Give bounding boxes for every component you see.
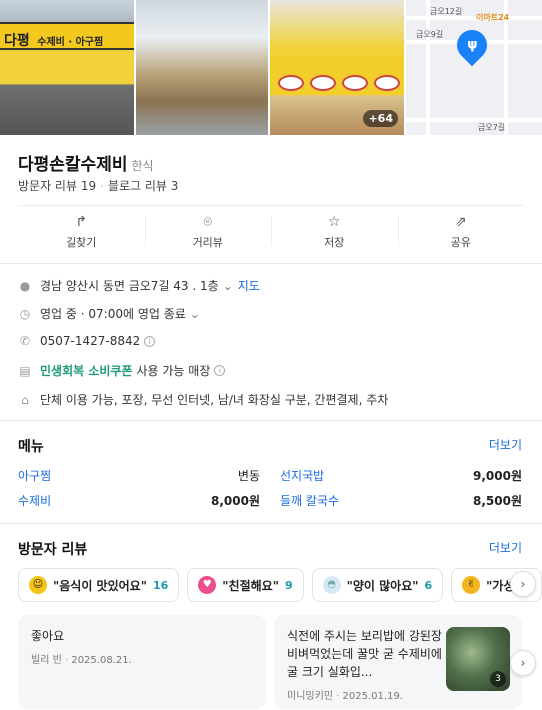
menu-item-price: 8,500원 bbox=[473, 494, 522, 508]
store-icon: ⌂ bbox=[21, 392, 29, 407]
reviews-more-link[interactable]: 더보기 bbox=[489, 539, 522, 556]
menu-item-name: 수제비 bbox=[18, 494, 52, 508]
share-button[interactable]: ⇗ 공유 bbox=[397, 210, 525, 256]
interior-photo[interactable] bbox=[136, 0, 268, 135]
menu-item[interactable]: 수제비 8,000원 bbox=[18, 492, 260, 509]
menu-item-name: 아구찜 bbox=[18, 469, 52, 483]
chevron-down-icon[interactable]: ⌄ bbox=[190, 307, 200, 321]
review-photo[interactable]: 3 bbox=[446, 627, 510, 691]
map-thumbnail[interactable]: 금오12길 금오9길 금오7길 이마트24 ψ bbox=[406, 0, 542, 135]
keyword-chip[interactable]: ♥ "친절해요" 9 bbox=[187, 568, 304, 602]
photo-strip[interactable]: 다평 수제비 · 아구찜 +64 금오12길 금오9길 금오7길 이마트24 ψ bbox=[0, 0, 542, 135]
info-icon[interactable]: i bbox=[144, 335, 156, 347]
phone-row: ✆ 0507-1427-8842 i bbox=[18, 334, 156, 348]
menu-item[interactable]: 들깨 칼국수 8,500원 bbox=[280, 492, 522, 509]
phone-number[interactable]: 0507-1427-8842 bbox=[40, 334, 140, 348]
chip-count: 9 bbox=[284, 578, 293, 592]
address-row: ● 경남 양산시 동면 금오7길 43 . 1층 ⌄ 지도 bbox=[18, 277, 260, 294]
hours-text: 영업 중 · 07:00에 영업 종료 bbox=[40, 307, 186, 321]
chevron-down-icon[interactable]: ⌄ bbox=[223, 279, 233, 293]
restaurant-pin-icon: ψ bbox=[450, 23, 494, 67]
review-card[interactable]: 좋아요 빌리 빈 · 2025.08.21. bbox=[18, 615, 266, 709]
review-card[interactable]: 식전에 주시는 보리밥에 강된장 비벼먹었는데 꿀맛 굳 수제비에 굴 크기 실… bbox=[274, 615, 522, 709]
chip-count: 6 bbox=[424, 578, 433, 592]
menu-board-photo[interactable]: +64 bbox=[270, 0, 404, 135]
place-name: 다평손칼수제비 bbox=[18, 155, 128, 175]
share-label: 공유 bbox=[450, 236, 471, 249]
menu-item-price: 9,000원 bbox=[473, 469, 522, 483]
coupon-icon: ▤ bbox=[19, 363, 31, 378]
keyword-chip[interactable]: ☺ "음식이 맛있어요" 16 bbox=[18, 568, 180, 602]
clock-icon: ◷ bbox=[19, 306, 31, 321]
thumbs-up-emoji-icon: ✌ bbox=[462, 576, 481, 594]
visitor-review-count[interactable]: 방문자 리뷰 19 bbox=[18, 179, 96, 193]
place-category: 한식 bbox=[131, 159, 154, 173]
menu-item[interactable]: 선지국밥 9,000원 bbox=[280, 467, 522, 484]
menu-strip bbox=[270, 55, 404, 95]
menu-item-name: 들깨 칼국수 bbox=[280, 494, 340, 508]
map-label: 금오12길 bbox=[430, 7, 463, 16]
map-link[interactable]: 지도 bbox=[238, 277, 260, 294]
review-author: 미니밍키민 bbox=[287, 691, 333, 702]
hours-row[interactable]: ◷ 영업 중 · 07:00에 영업 종료 ⌄ bbox=[18, 305, 200, 322]
phone-icon: ✆ bbox=[19, 334, 31, 348]
save-label: 저장 bbox=[324, 236, 345, 249]
chip-text: "양이 많아요" bbox=[346, 578, 419, 593]
heart-emoji-icon: ♥ bbox=[198, 576, 217, 594]
coupon-row: ▤ 민생회복 소비쿠폰 사용 가능 매장 i bbox=[18, 362, 226, 379]
location-pin-icon: ⌾ bbox=[203, 214, 212, 230]
review-author: 빌리 빈 bbox=[31, 655, 62, 666]
share-icon: ⇗ bbox=[454, 214, 467, 230]
review-date: 2025.01.19. bbox=[342, 691, 403, 702]
save-button[interactable]: ☆ 저장 bbox=[271, 210, 398, 256]
review-text: 좋아요 bbox=[31, 629, 65, 643]
review-summary: 방문자 리뷰 19 · 블로그 리뷰 3 bbox=[18, 179, 179, 193]
coupon-name: 민생회복 소비쿠폰 bbox=[40, 364, 133, 378]
info-icon[interactable]: i bbox=[214, 365, 226, 376]
directions-label: 길찾기 bbox=[66, 236, 97, 249]
place-header: 다평손칼수제비 한식 bbox=[18, 150, 154, 175]
chip-text: "친절해요" bbox=[222, 578, 279, 593]
review-keyword-chips: ☺ "음식이 맛있어요" 16 ♥ "친절해요" 9 ◓ "양이 많아요" 6 … bbox=[18, 568, 542, 602]
sign-text: 수제비 · 아구찜 bbox=[37, 37, 104, 48]
rice-bowl-emoji-icon: ◓ bbox=[322, 576, 341, 594]
street-view-button[interactable]: ⌾ 거리뷰 bbox=[144, 210, 272, 256]
blog-review-count[interactable]: 블로그 리뷰 3 bbox=[108, 179, 178, 193]
review-meta: 빌리 빈 · 2025.08.21. bbox=[31, 655, 132, 666]
menu-section-title: 메뉴 bbox=[18, 439, 44, 455]
amenities-text: 단체 이용 가능, 포장, 무선 인터넷, 남/녀 화장실 구분, 간편결제, … bbox=[40, 393, 389, 407]
menu-item-price: 8,000원 bbox=[211, 494, 260, 508]
map-poi-label: 이마트24 bbox=[476, 13, 510, 22]
store-sign: 다평 수제비 · 아구찜 bbox=[0, 22, 134, 50]
street-view-label: 거리뷰 bbox=[192, 236, 223, 249]
directions-button[interactable]: ↱ 길찾기 bbox=[18, 210, 145, 256]
amenities-row: ⌂ 단체 이용 가능, 포장, 무선 인터넷, 남/녀 화장실 구분, 간편결제… bbox=[18, 391, 388, 408]
chip-text: "음식이 맛있어요" bbox=[53, 578, 147, 593]
map-label: 금오9길 bbox=[416, 30, 444, 39]
chevron-right-icon[interactable]: › bbox=[510, 650, 536, 676]
menu-item-name: 선지국밥 bbox=[280, 469, 325, 483]
more-photos-badge[interactable]: +64 bbox=[363, 110, 398, 127]
address-text: 경남 양산시 동면 금오7길 43 . 1층 bbox=[40, 279, 219, 293]
menu-more-link[interactable]: 더보기 bbox=[489, 436, 522, 453]
menu-item-price: 변동 bbox=[237, 469, 260, 483]
review-date: 2025.08.21. bbox=[71, 655, 132, 666]
chip-count: 16 bbox=[152, 578, 169, 592]
star-icon: ☆ bbox=[327, 214, 341, 230]
sign-name: 다평 bbox=[4, 33, 30, 49]
location-pin-icon: ● bbox=[19, 278, 31, 293]
menu-item[interactable]: 아구찜 변동 bbox=[18, 467, 260, 484]
coupon-text: 사용 가능 매장 bbox=[136, 364, 211, 378]
photo-count-badge: 3 bbox=[490, 671, 506, 687]
storefront-photo[interactable]: 다평 수제비 · 아구찜 bbox=[0, 0, 134, 135]
map-label: 금오7길 bbox=[478, 123, 506, 132]
review-text: 식전에 주시는 보리밥에 강된장 비벼먹었는데 꿀맛 굳 수제비에 굴 크기 실… bbox=[287, 629, 442, 679]
smile-emoji-icon: ☺ bbox=[29, 576, 47, 594]
chevron-right-icon[interactable]: › bbox=[510, 571, 536, 597]
keyword-chip[interactable]: ◓ "양이 많아요" 6 bbox=[311, 568, 444, 602]
action-bar: ↱ 길찾기 ⌾ 거리뷰 ☆ 저장 ⇗ 공유 bbox=[18, 210, 524, 256]
directions-icon: ↱ bbox=[75, 214, 88, 230]
reviews-section-title: 방문자 리뷰 bbox=[18, 542, 88, 558]
